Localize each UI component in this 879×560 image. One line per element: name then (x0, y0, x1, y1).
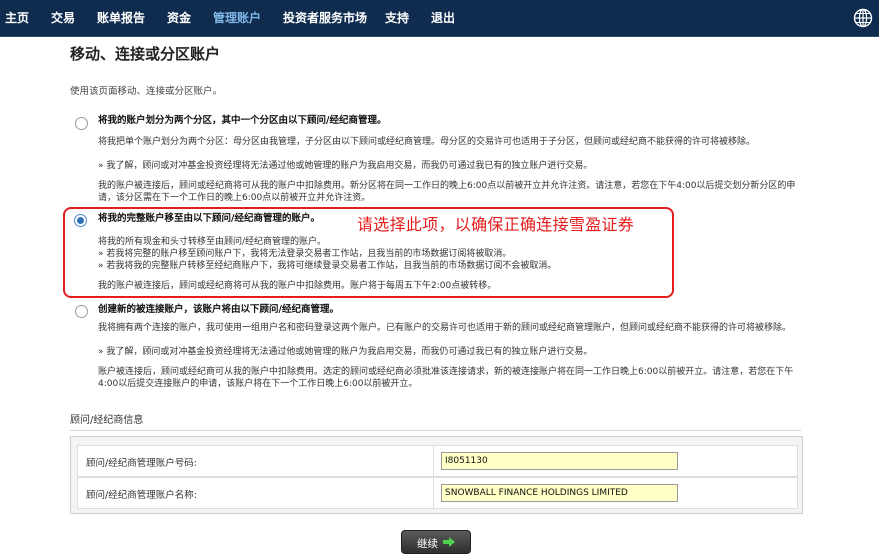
advisor-info-heading: 顾问/经纪商信息 (70, 415, 144, 426)
account-name-field[interactable]: SNOWBALL FINANCE HOLDINGS LIMITED (441, 484, 678, 502)
arrow-right-icon (443, 537, 455, 547)
account-name-row: 顾问/经纪商管理账户名称: SNOWBALL FINANCE HOLDINGS … (77, 477, 798, 509)
nav-support[interactable]: 支持 (385, 0, 409, 36)
option-move-account-radio[interactable] (74, 214, 87, 227)
page-title: 移动、连接或分区账户 (70, 45, 221, 63)
option-split-note: 我的账户被连接后，顾问或经纪商将可从我的账户中扣除费用。新分区将在同一工作日的晚… (98, 181, 796, 203)
nav-trade[interactable]: 交易 (51, 0, 75, 36)
option-linked-bullet: » 我了解，顾问或对冲基金投资经理将无法通过他或她管理的账户为我启用交易，而我仍… (98, 347, 593, 357)
top-nav: 主页 交易 账单报告 资金 管理账户 投资者服务市场 支持 退出 (0, 0, 879, 37)
nav-reports[interactable]: 账单报告 (97, 0, 145, 36)
option-linked-desc: 我将拥有两个连接的账户，我可使用一组用户名和密码登录这两个账户。已有账户的交易许… (98, 323, 792, 333)
account-number-label: 顾问/经纪商管理账户号码: (86, 458, 197, 469)
option-split-account-radio[interactable] (75, 117, 88, 130)
account-number-field[interactable]: I8051130 (441, 452, 678, 470)
nav-home[interactable]: 主页 (5, 0, 29, 36)
option-move-desc: 将我的所有现金和头寸转移至由顾问/经纪商管理的账户。 (98, 237, 327, 247)
nav-funds[interactable]: 资金 (167, 0, 191, 36)
option-move-note: 我的账户被连接后，顾问或经纪商将可从我的账户中扣除费用。账户将于每周五下午2:0… (98, 281, 497, 291)
nav-logout[interactable]: 退出 (431, 0, 455, 36)
page-intro: 使用该页面移动、连接或分区账户。 (70, 86, 223, 97)
continue-label: 继续 (417, 538, 438, 550)
account-name-label: 顾问/经纪商管理账户名称: (86, 490, 197, 501)
row-divider (433, 478, 434, 508)
nav-investor-marketplace[interactable]: 投资者服务市场 (283, 0, 367, 36)
option-split-desc: 将我把单个账户划分为两个分区：母分区由我管理，子分区由以下顾问或经纪商管理。母分… (98, 137, 756, 147)
advisor-info-panel: 顾问/经纪商管理账户号码: I8051130 顾问/经纪商管理账户名称: SNO… (70, 436, 803, 514)
option-split-title: 将我的账户划分为两个分区，其中一个分区由以下顾问/经纪商管理。 (98, 115, 387, 126)
account-number-row: 顾问/经纪商管理账户号码: I8051130 (77, 445, 798, 477)
option-linked-note: 账户被连接后，顾问或经纪商可从我的账户中扣除费用。选定的顾问或经纪商必须批准该连… (98, 367, 794, 389)
option-move-bullet-1: » 若我将完整的账户移至顾问账户下，我将无法登录交易者工作站，且我当前的市场数据… (98, 249, 512, 259)
option-move-bullet-2: » 若我将我的完整账户转移至经纪商账户下，我将可继续登录交易者工作站，且我当前的… (98, 261, 557, 271)
globe-icon[interactable] (853, 8, 873, 28)
row-divider (433, 446, 434, 476)
option-move-title: 将我的完整账户移至由以下顾问/经纪商管理的账户。 (98, 213, 320, 224)
section-divider (70, 430, 801, 431)
annotation-note: 请选择此项，以确保正确连接雪盈证券 (357, 215, 635, 234)
option-linked-title: 创建新的被连接账户，该账户将由以下顾问/经纪商管理。 (98, 304, 339, 315)
option-linked-account-radio[interactable] (75, 305, 88, 318)
nav-manage-account[interactable]: 管理账户 (213, 0, 261, 36)
continue-button[interactable]: 继续 (401, 530, 471, 554)
option-split-bullet: » 我了解，顾问或对冲基金投资经理将无法通过他或她管理的账户为我启用交易，而我仍… (98, 161, 593, 171)
